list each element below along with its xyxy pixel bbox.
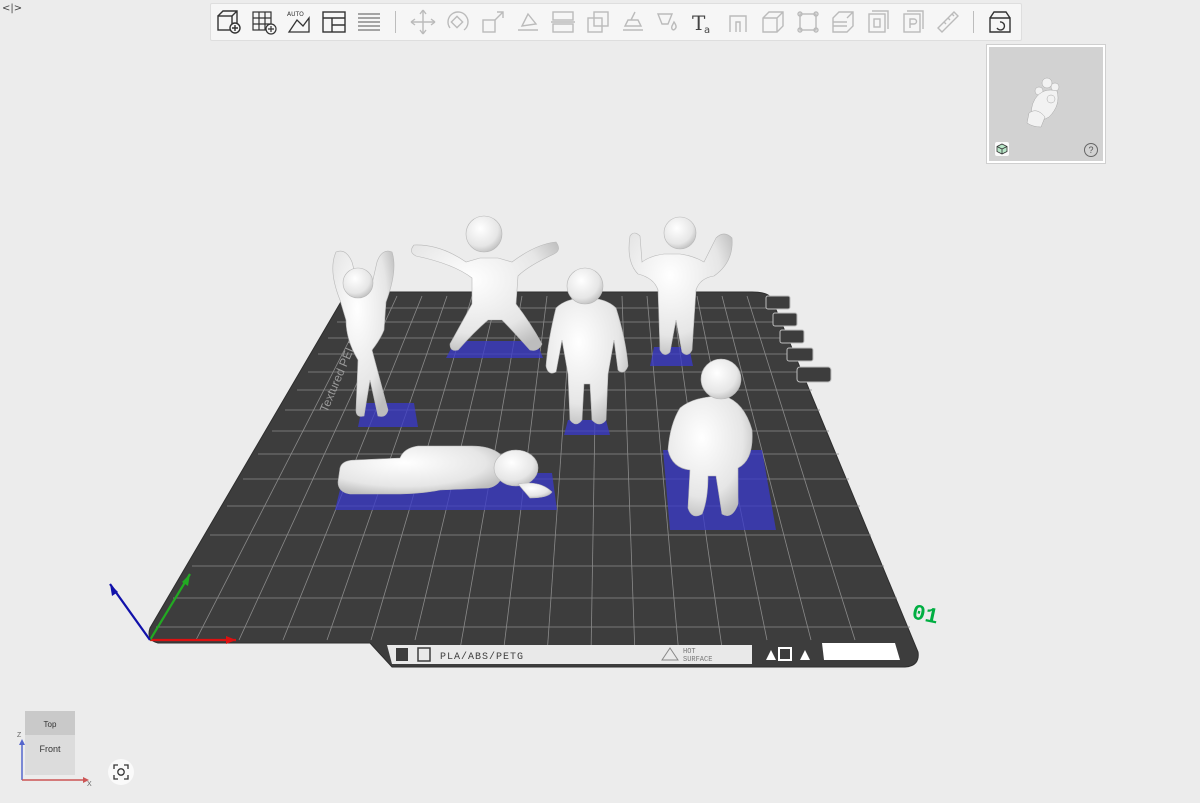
ruler-icon[interactable] — [934, 8, 962, 36]
hollow-icon[interactable] — [864, 8, 892, 36]
text-emboss-icon[interactable]: Ta — [689, 8, 717, 36]
svg-text:AUTO: AUTO — [287, 11, 304, 18]
auto-arrange-icon[interactable]: AUTO — [285, 8, 313, 36]
add-icon[interactable] — [215, 8, 243, 36]
part-settings-icon[interactable] — [899, 8, 927, 36]
axis-x-label: X — [87, 781, 92, 787]
add-plate-icon[interactable] — [250, 8, 278, 36]
hot-surface-label-1: HOT — [683, 648, 696, 656]
view-cube-axes: Z X — [17, 732, 92, 787]
measure-icon[interactable] — [794, 8, 822, 36]
seam-paint-icon[interactable] — [724, 8, 752, 36]
plate-number[interactable]: 01 — [909, 600, 940, 630]
svg-text:a: a — [704, 25, 710, 36]
collapse-sidebar-icon[interactable]: <|> — [2, 3, 22, 14]
fit-view-button[interactable] — [108, 759, 134, 785]
hot-surface-label-2: SURFACE — [683, 656, 712, 664]
cut-icon[interactable] — [549, 8, 577, 36]
move-icon[interactable] — [409, 8, 437, 36]
help-icon[interactable]: ? — [1084, 143, 1098, 157]
fit-view-icon — [113, 764, 129, 780]
plate-layout-icon[interactable] — [320, 8, 348, 36]
plate-thumbnail[interactable]: ? — [987, 45, 1105, 163]
support-paint-icon[interactable] — [619, 8, 647, 36]
boolean-icon[interactable] — [584, 8, 612, 36]
color-paint-icon[interactable] — [654, 8, 682, 36]
shell-icon[interactable] — [759, 8, 787, 36]
axis-z-label: Z — [17, 732, 22, 739]
scale-icon[interactable] — [479, 8, 507, 36]
variable-layer-icon[interactable] — [829, 8, 857, 36]
main-toolbar: AUTO Ta — [210, 3, 1022, 41]
split-layers-icon[interactable] — [355, 8, 383, 36]
assembly-view-icon[interactable] — [986, 8, 1014, 36]
object-cube-icon[interactable] — [995, 142, 1009, 156]
rotate-icon[interactable] — [444, 8, 472, 36]
lay-on-face-icon[interactable] — [514, 8, 542, 36]
material-label: PLA/ABS/PETG — [440, 651, 524, 663]
